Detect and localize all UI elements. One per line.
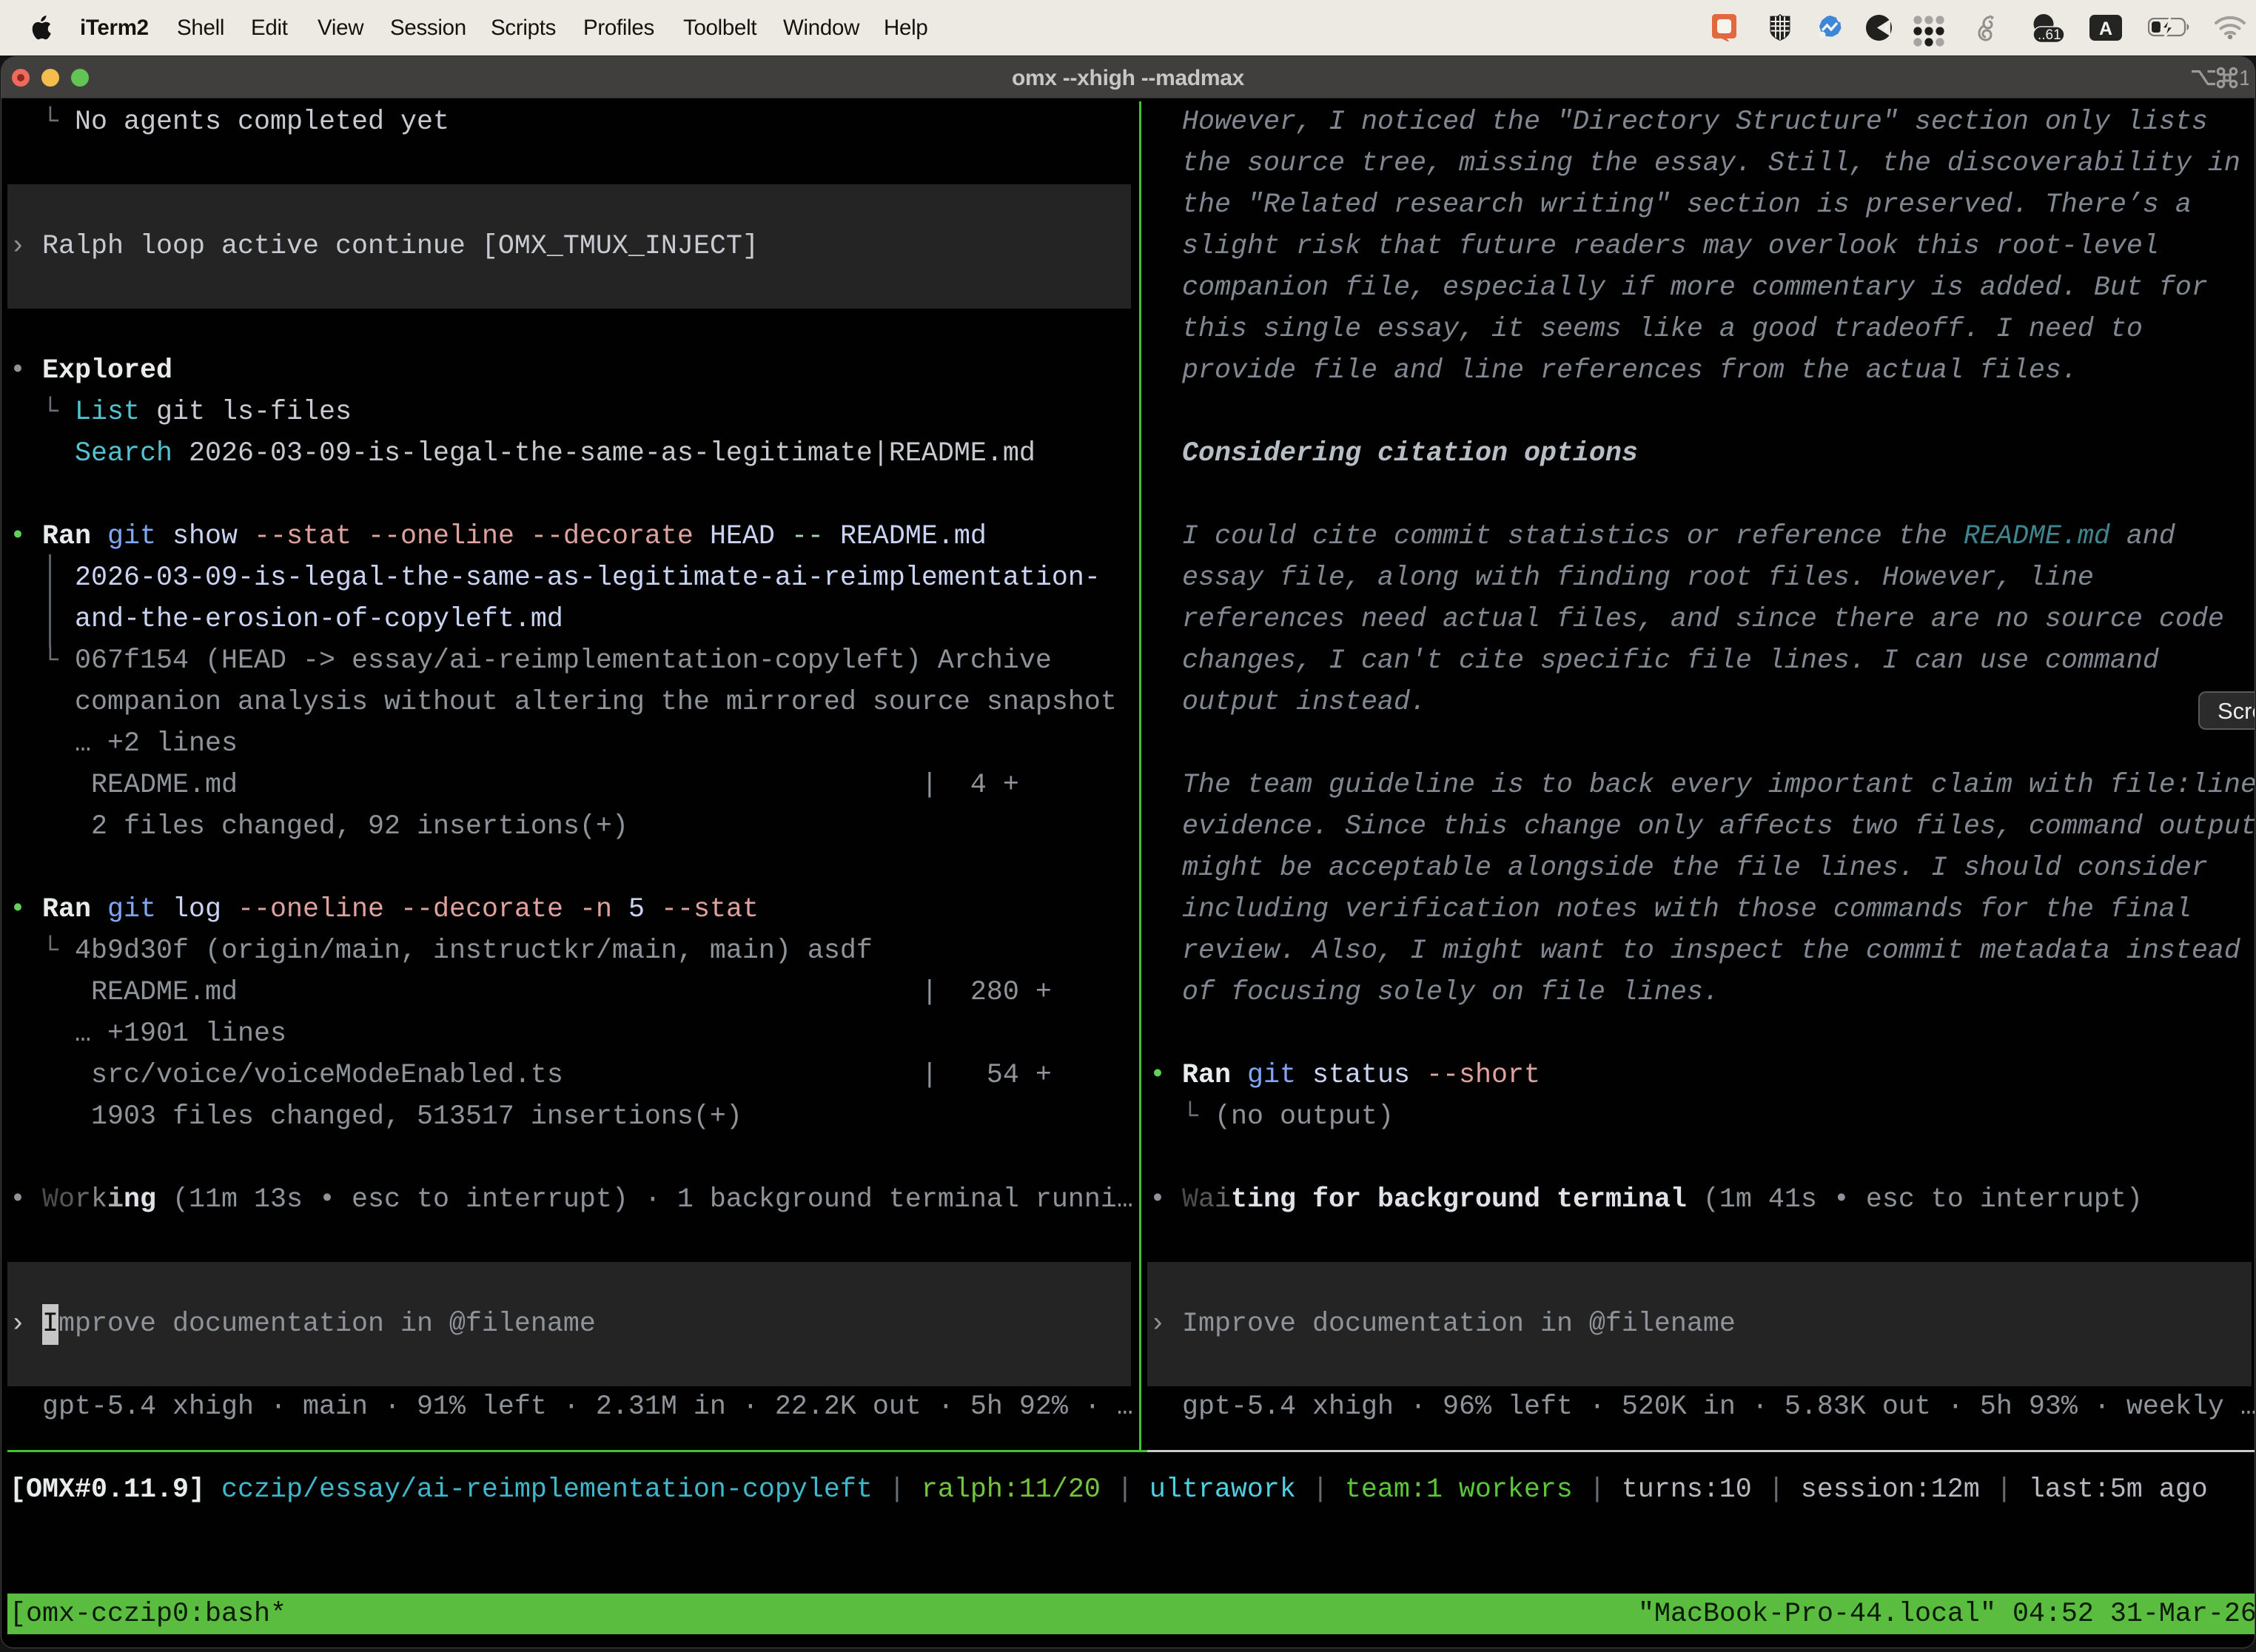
- svg-text:..61: ..61: [2038, 27, 2061, 43]
- svg-text:A: A: [2099, 19, 2112, 39]
